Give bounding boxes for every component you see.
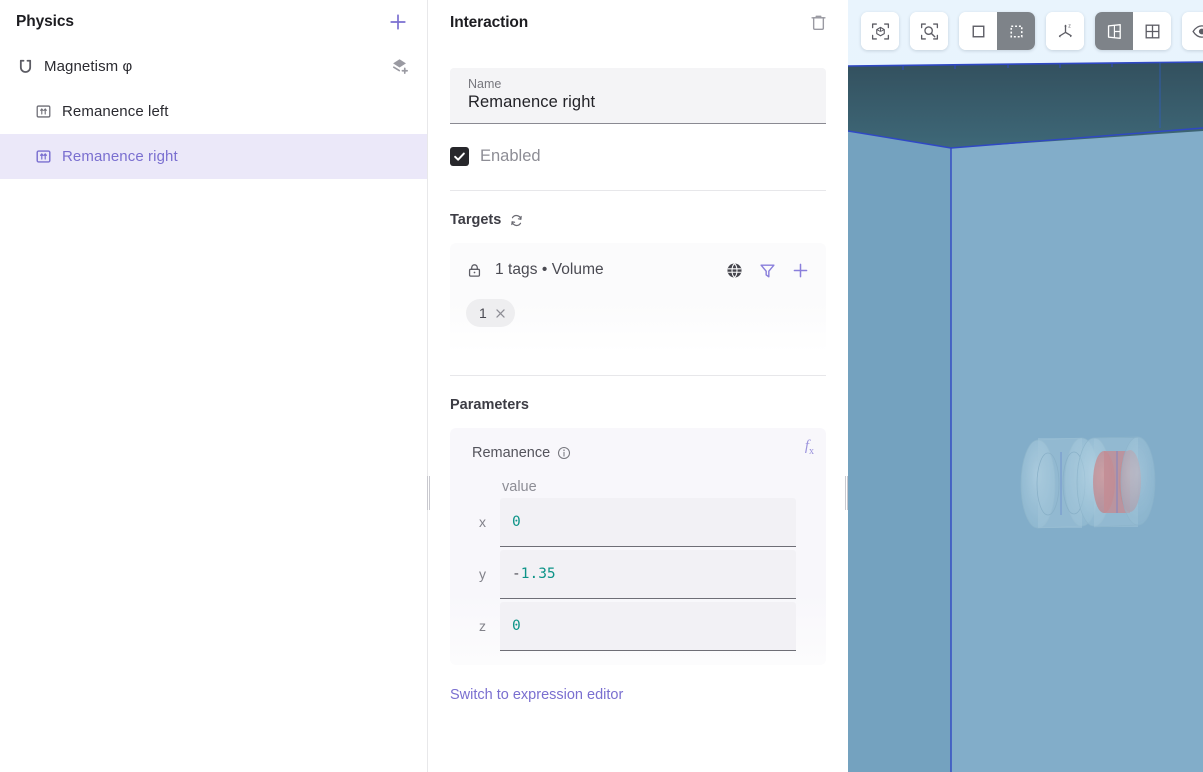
- value-input-x[interactable]: 0: [500, 497, 796, 547]
- parameter-row-x: x 0: [450, 497, 826, 547]
- coil-assembly: [1020, 436, 1156, 529]
- interaction-panel: Interaction Name Remanence right Enabled: [428, 0, 848, 772]
- toolbar-group-gizmo: z: [1046, 12, 1084, 50]
- sidebar-resize-handle[interactable]: [427, 0, 430, 772]
- axis-label-x: x: [479, 514, 486, 530]
- targets-summary: 1 tags • Volume: [495, 261, 604, 278]
- sidebar-item-label: Remanence right: [62, 148, 178, 165]
- divider-line: [450, 190, 826, 191]
- toolbar-group-selection: [959, 12, 1035, 50]
- toolbar-group-frame: [861, 12, 899, 50]
- axis-label-y: y: [479, 566, 486, 582]
- globe-icon[interactable]: [725, 261, 744, 280]
- targets-title: Targets: [450, 212, 502, 228]
- frame-object-icon: [871, 22, 889, 40]
- check-icon: [454, 152, 465, 161]
- expression-toggle-button[interactable]: fx: [805, 438, 814, 457]
- panel-header: Interaction: [428, 0, 848, 45]
- plus-icon: [390, 14, 406, 30]
- viewport-scene: [848, 0, 1203, 772]
- trash-icon: [810, 15, 826, 31]
- filter-icon[interactable]: [758, 261, 777, 280]
- zoom-to-fit-icon: [920, 22, 938, 40]
- value-input-y[interactable]: -1.35: [500, 549, 796, 599]
- switch-to-expression-editor-link[interactable]: Switch to expression editor: [450, 687, 848, 703]
- lock-icon: [466, 262, 486, 279]
- parameter-row-y: y -1.35: [450, 549, 826, 599]
- select-marquee-icon: [1009, 24, 1023, 38]
- axes-gizmo-icon: z: [1058, 23, 1072, 37]
- fx-sub: x: [809, 446, 814, 457]
- toolbar-group-layout: [1095, 12, 1171, 50]
- svg-text:z: z: [1068, 23, 1071, 29]
- delete-interaction-button[interactable]: [806, 11, 830, 35]
- remanence-icon: [32, 101, 54, 123]
- value-input-z[interactable]: 0: [500, 601, 796, 651]
- close-icon[interactable]: [494, 307, 507, 320]
- divider-line: [450, 375, 826, 376]
- resize-grip: [845, 476, 848, 510]
- parameter-row-z: z 0: [450, 601, 826, 651]
- select-marquee-button[interactable]: [997, 12, 1035, 50]
- select-rectangle-icon: [972, 25, 984, 37]
- axes-gizmo-button[interactable]: z: [1046, 12, 1084, 50]
- single-view-icon: [1107, 23, 1121, 39]
- enabled-checkbox[interactable]: [450, 146, 469, 166]
- targets-card: 1 tags • Volume 1: [450, 243, 826, 353]
- visibility-eye-button[interactable]: [1182, 12, 1203, 50]
- resize-grip: [427, 476, 430, 510]
- parameter-name: Remanence: [472, 445, 551, 461]
- parameters-title: Parameters: [450, 397, 529, 413]
- info-icon[interactable]: [557, 446, 571, 460]
- physics-sidebar: Physics Magnetism φ Remanence left Reman…: [0, 0, 428, 772]
- toolbar-group-visibility: [1182, 12, 1203, 50]
- targets-section-header: Targets: [450, 209, 826, 231]
- wall-left: [848, 130, 951, 772]
- axis-label-z: z: [479, 618, 486, 634]
- sidebar-header: Physics: [0, 0, 427, 44]
- plus-icon: [793, 263, 808, 277]
- targets-summary-row: 1 tags • Volume: [466, 257, 810, 283]
- name-field-label: Name: [468, 77, 502, 91]
- frame-object-button[interactable]: [861, 12, 899, 50]
- sidebar-item-label: Magnetism φ: [44, 58, 133, 75]
- value-column-header: value: [502, 479, 537, 495]
- sidebar-item-remanence-right[interactable]: Remanence right: [0, 134, 427, 179]
- parameter-name-row: Remanence: [450, 440, 826, 461]
- target-tag-chip[interactable]: 1: [466, 299, 515, 327]
- add-target-button[interactable]: [791, 261, 810, 280]
- targets-actions: [725, 261, 810, 280]
- remanence-icon: [32, 146, 54, 168]
- magnet-icon: [14, 56, 36, 78]
- viewport-toolbar: z: [861, 12, 1203, 50]
- tag-chip-label: 1: [479, 305, 487, 321]
- sidebar-item-label: Remanence left: [62, 103, 169, 120]
- single-view-button[interactable]: [1095, 12, 1133, 50]
- refresh-icon: [511, 214, 523, 226]
- 3d-viewport[interactable]: z: [848, 0, 1203, 772]
- name-field[interactable]: Name Remanence right: [450, 68, 826, 124]
- add-physics-button[interactable]: [385, 9, 411, 35]
- quad-view-button[interactable]: [1133, 12, 1171, 50]
- sidebar-item-magnetism[interactable]: Magnetism φ: [0, 44, 427, 89]
- refresh-targets-button[interactable]: [509, 213, 524, 228]
- panel-title: Interaction: [450, 13, 529, 31]
- enabled-checkbox-row[interactable]: Enabled: [450, 143, 826, 169]
- visibility-eye-icon: [1191, 24, 1203, 38]
- select-rectangle-button[interactable]: [959, 12, 997, 50]
- quad-view-icon: [1145, 24, 1159, 38]
- parameters-section-header: Parameters: [450, 394, 826, 416]
- sidebar-item-remanence-left[interactable]: Remanence left: [0, 89, 427, 134]
- page-title: Physics: [16, 13, 74, 30]
- coil-right: [1076, 436, 1156, 528]
- add-layer-icon[interactable]: [387, 54, 413, 80]
- enabled-label: Enabled: [480, 146, 541, 165]
- toolbar-group-zoom: [910, 12, 948, 50]
- zoom-to-fit-button[interactable]: [910, 12, 948, 50]
- parameters-card: fx Remanence value x 0 y -1.35 z 0: [450, 428, 826, 665]
- name-input[interactable]: Remanence right: [468, 93, 808, 112]
- viewport-resize-handle[interactable]: [845, 0, 848, 772]
